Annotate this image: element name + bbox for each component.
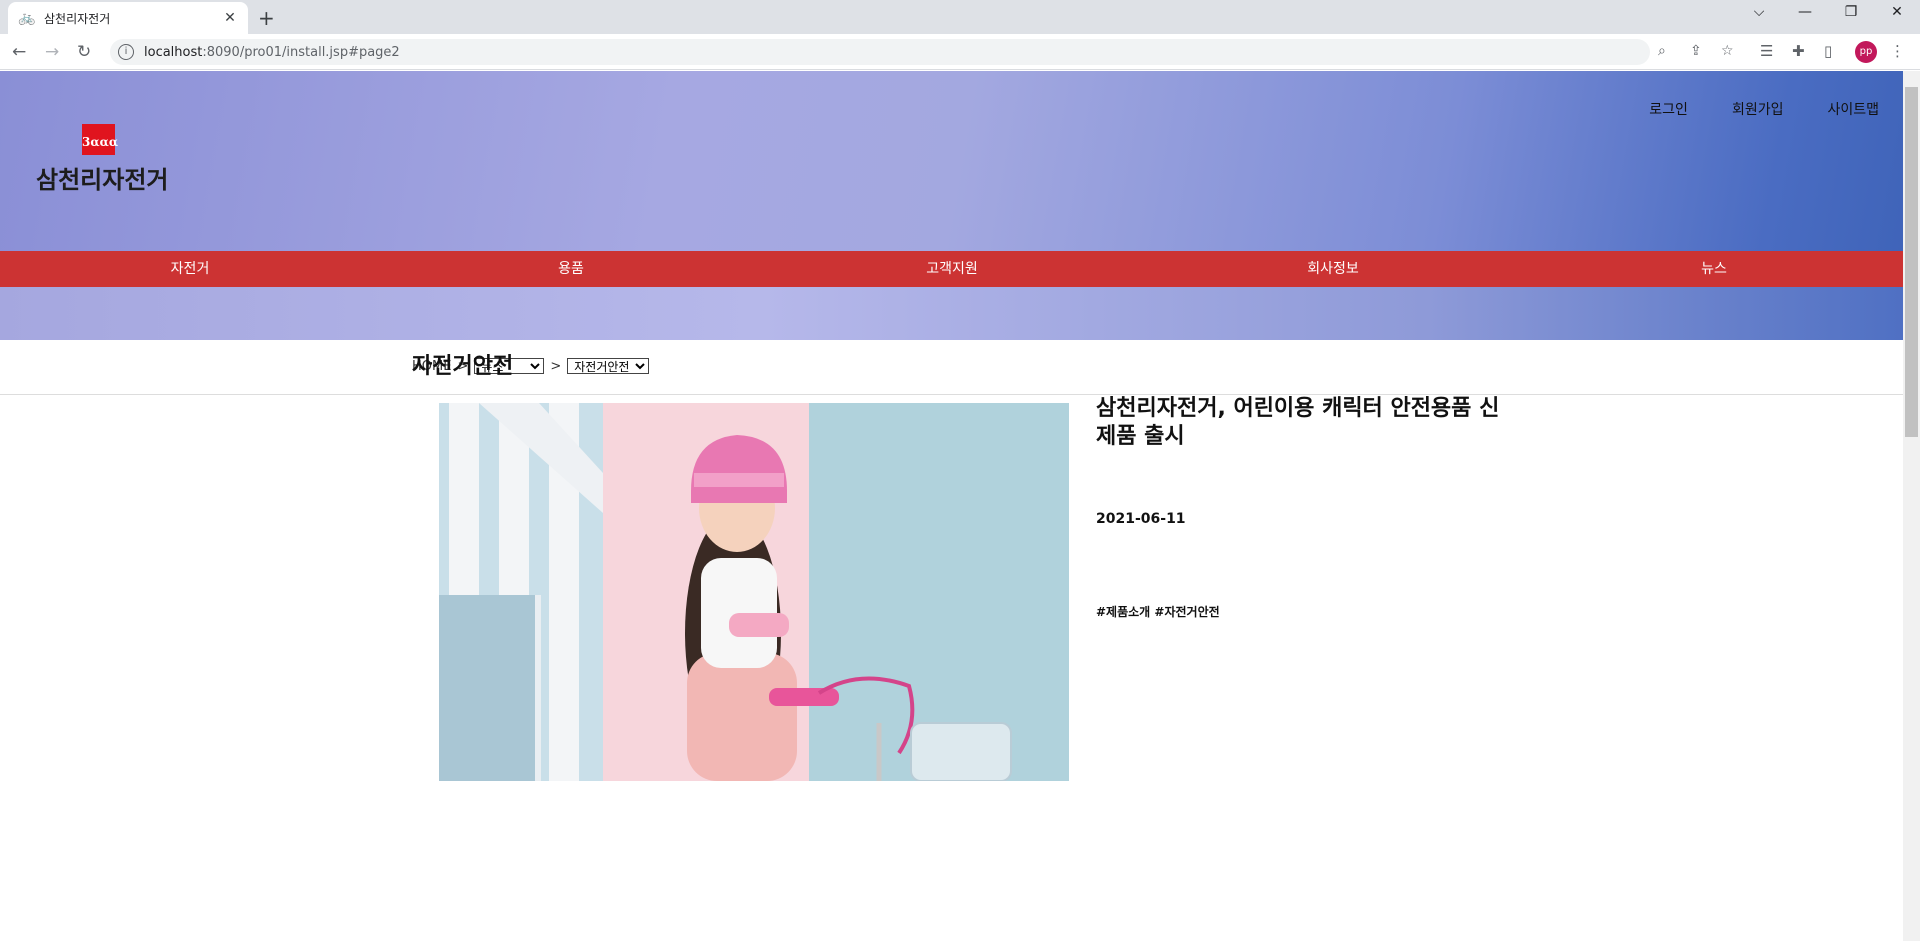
article-date: 2021-06-11	[1096, 511, 1186, 527]
signup-link[interactable]: 회원가입	[1732, 99, 1784, 119]
breadcrumb-subcategory-select[interactable]: 자전거안전	[567, 358, 650, 374]
forward-icon[interactable]: →	[45, 42, 59, 62]
close-icon[interactable]: ✕	[222, 10, 238, 26]
minimize-icon[interactable]: —	[1782, 4, 1828, 20]
tab-title: 삼천리자전거	[44, 11, 111, 26]
reading-list-icon[interactable]: ☰	[1760, 42, 1773, 60]
breadcrumb-bar: HOME > 뉴스 > 자전거안전	[0, 340, 1903, 395]
bicycle-icon: 🚲	[18, 10, 36, 26]
info-icon[interactable]: i	[118, 44, 134, 60]
article-image[interactable]	[439, 403, 1069, 781]
nav-item-support[interactable]: 고객지원	[926, 251, 978, 287]
logo-text: 삼천리자전거	[36, 166, 169, 194]
scrollbar-thumb[interactable]	[1905, 87, 1918, 437]
article-title[interactable]: 삼천리자전거, 어린이용 캐릭터 안전용품 신제품 출시	[1096, 395, 1516, 451]
nav-item-company[interactable]: 회사정보	[1307, 251, 1359, 287]
browser-tab[interactable]: 🚲 삼천리자전거 ✕	[8, 2, 248, 34]
page-title: 자전거안전	[412, 354, 514, 379]
site-logo[interactable]: 3ααα 삼천리자전거	[36, 124, 176, 194]
star-icon[interactable]: ☆	[1721, 43, 1734, 59]
browser-toolbar: ← → ↻ i localhost:8090/pro01/install.jsp…	[0, 34, 1920, 70]
nav-item-accessories[interactable]: 용품	[558, 251, 584, 287]
sitemap-link[interactable]: 사이트맵	[1827, 99, 1879, 119]
page-scrollbar[interactable]	[1903, 71, 1920, 941]
nav-item-news[interactable]: 뉴스	[1701, 251, 1727, 287]
new-tab-icon[interactable]: +	[258, 6, 275, 30]
side-panel-icon[interactable]: ▯	[1824, 42, 1832, 60]
restore-icon[interactable]: ❐	[1828, 4, 1874, 20]
utility-links: 로그인 회원가입 사이트맵	[1649, 99, 1879, 119]
header-banner: 3ααα 삼천리자전거 로그인 회원가입 사이트맵	[0, 71, 1903, 340]
logo-mark: 3ααα	[82, 124, 118, 155]
extensions-icon[interactable]: ✚	[1792, 42, 1805, 60]
article-tags[interactable]: #제품소개 #자전거안전	[1096, 603, 1220, 620]
share-icon[interactable]: ⇪	[1690, 43, 1702, 59]
browser-tab-strip: 🚲 삼천리자전거 ✕ + ⌵ — ❐ ✕	[0, 0, 1920, 34]
url-path: :8090/pro01/install.jsp#page2	[202, 44, 400, 60]
window-close-icon[interactable]: ✕	[1874, 4, 1920, 20]
back-icon[interactable]: ←	[12, 42, 26, 62]
zoom-icon[interactable]: ⌕	[1658, 43, 1666, 59]
breadcrumb-separator: >	[550, 358, 562, 374]
address-bar[interactable]: i localhost:8090/pro01/install.jsp#page2	[110, 39, 1650, 65]
main-nav: 자전거 용품 고객지원 회사정보 뉴스	[0, 251, 1903, 287]
login-link[interactable]: 로그인	[1649, 99, 1688, 119]
url-host: localhost	[144, 44, 203, 60]
chevron-down-icon[interactable]: ⌵	[1736, 4, 1782, 20]
profile-avatar[interactable]: pp	[1855, 41, 1877, 63]
reload-icon[interactable]: ↻	[77, 42, 91, 62]
kid-bicycle-photo	[439, 403, 1069, 781]
menu-icon[interactable]: ⋮	[1890, 42, 1905, 60]
nav-item-bicycle[interactable]: 자전거	[171, 251, 210, 287]
